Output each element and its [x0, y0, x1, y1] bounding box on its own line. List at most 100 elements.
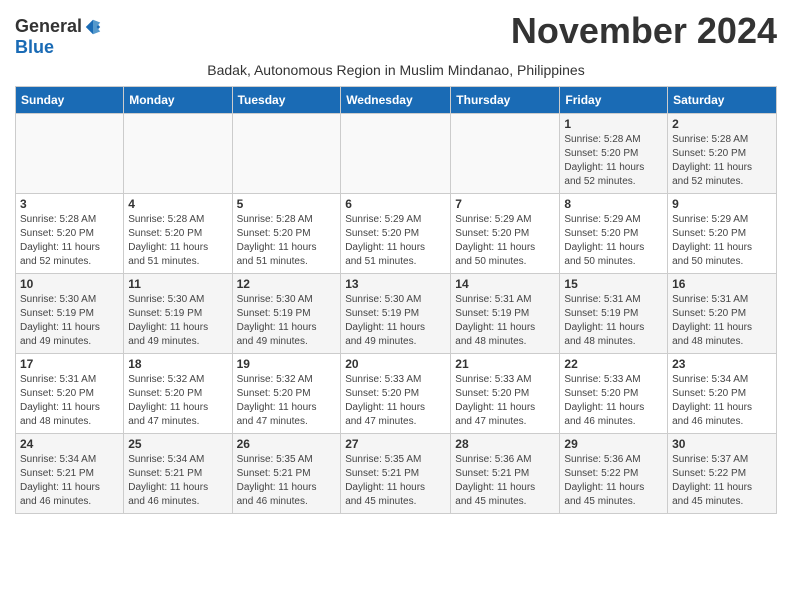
- day-info: Sunrise: 5:29 AM Sunset: 5:20 PM Dayligh…: [345, 213, 446, 269]
- day-info: Sunrise: 5:33 AM Sunset: 5:20 PM Dayligh…: [564, 373, 663, 429]
- day-number: 13: [345, 277, 446, 291]
- calendar-week-row: 17Sunrise: 5:31 AM Sunset: 5:20 PM Dayli…: [16, 354, 777, 434]
- day-info: Sunrise: 5:35 AM Sunset: 5:21 PM Dayligh…: [345, 453, 446, 509]
- day-number: 20: [345, 357, 446, 371]
- calendar-cell: 14 Sunrise: 5:31 AM Sunset: 5:19 PM Dayli…: [451, 274, 560, 354]
- day-info: Sunrise: 5:29 AM Sunset: 5:20 PM Dayligh…: [455, 213, 555, 269]
- calendar-week-row: 24 Sunrise: 5:34 AM Sunset: 5:21 PM Dayli…: [16, 434, 777, 514]
- calendar-cell: 11Sunrise: 5:30 AM Sunset: 5:19 PM Dayli…: [124, 274, 232, 354]
- day-number: 29: [564, 437, 663, 451]
- day-info: Sunrise: 5:30 AM Sunset: 5:19 PM Dayligh…: [237, 293, 337, 349]
- day-number: 28: [455, 437, 555, 451]
- location-subtitle: Badak, Autonomous Region in Muslim Minda…: [15, 62, 777, 78]
- day-number: 25: [128, 437, 227, 451]
- calendar-cell: [16, 114, 124, 194]
- calendar-cell: 28 Sunrise: 5:36 AM Sunset: 5:21 PM Dayli…: [451, 434, 560, 514]
- calendar-cell: 24Sunrise: 5:34 AM Sunset: 5:21 PM Dayli…: [16, 434, 124, 514]
- calendar-week-row: 3 Sunrise: 5:28 AM Sunset: 5:20 PM Daylig…: [16, 194, 777, 274]
- day-number: 9: [672, 197, 772, 211]
- calendar-cell: 15 Sunrise: 5:31 AM Sunset: 5:19 PM Dayli…: [560, 274, 668, 354]
- day-info: Sunrise: 5:36 AM Sunset: 5:22 PM Dayligh…: [564, 453, 663, 509]
- day-info: Sunrise: 5:31 AM Sunset: 5:20 PM Dayligh…: [672, 293, 772, 349]
- calendar-cell: 23Sunrise: 5:34 AM Sunset: 5:20 PM Dayli…: [668, 354, 777, 434]
- day-info: Sunrise: 5:29 AM Sunset: 5:20 PM Dayligh…: [672, 213, 772, 269]
- calendar-cell: [451, 114, 560, 194]
- calendar-cell: 10 Sunrise: 5:30 AM Sunset: 5:19 PM Dayli…: [16, 274, 124, 354]
- calendar-cell: 30 Sunrise: 5:37 AM Sunset: 5:22 PM Dayli…: [668, 434, 777, 514]
- day-number: 12: [237, 277, 337, 291]
- calendar-cell: 8 Sunrise: 5:29 AM Sunset: 5:20 PM Daylig…: [560, 194, 668, 274]
- day-info: Sunrise: 5:37 AM Sunset: 5:22 PM Dayligh…: [672, 453, 772, 509]
- calendar-cell: 5 Sunrise: 5:28 AM Sunset: 5:20 PM Daylig…: [232, 194, 341, 274]
- calendar-cell: 9 Sunrise: 5:29 AM Sunset: 5:20 PM Daylig…: [668, 194, 777, 274]
- calendar-table: SundayMondayTuesdayWednesdayThursdayFrid…: [15, 86, 777, 514]
- calendar-week-row: 10 Sunrise: 5:30 AM Sunset: 5:19 PM Dayli…: [16, 274, 777, 354]
- day-number: 1: [564, 117, 663, 131]
- calendar-cell: 27 Sunrise: 5:35 AM Sunset: 5:21 PM Dayli…: [341, 434, 451, 514]
- day-number: 30: [672, 437, 772, 451]
- day-number: 6: [345, 197, 446, 211]
- logo: General Blue: [15, 16, 102, 58]
- calendar-cell: 21Sunrise: 5:33 AM Sunset: 5:20 PM Dayli…: [451, 354, 560, 434]
- logo-blue-text: Blue: [15, 37, 54, 58]
- calendar-cell: 29 Sunrise: 5:36 AM Sunset: 5:22 PM Dayli…: [560, 434, 668, 514]
- calendar-cell: 12 Sunrise: 5:30 AM Sunset: 5:19 PM Dayli…: [232, 274, 341, 354]
- logo-general-text: General: [15, 16, 82, 37]
- day-number: 8: [564, 197, 663, 211]
- weekday-header-saturday: Saturday: [668, 87, 777, 114]
- weekday-header-row: SundayMondayTuesdayWednesdayThursdayFrid…: [16, 87, 777, 114]
- weekday-header-wednesday: Wednesday: [341, 87, 451, 114]
- calendar-cell: 25 Sunrise: 5:34 AM Sunset: 5:21 PM Dayli…: [124, 434, 232, 514]
- calendar-cell: 3 Sunrise: 5:28 AM Sunset: 5:20 PM Daylig…: [16, 194, 124, 274]
- day-number: 14: [455, 277, 555, 291]
- calendar-cell: 7 Sunrise: 5:29 AM Sunset: 5:20 PM Daylig…: [451, 194, 560, 274]
- calendar-cell: 4 Sunrise: 5:28 AM Sunset: 5:20 PM Daylig…: [124, 194, 232, 274]
- page-header: General Blue November 2024: [15, 10, 777, 58]
- day-number: 17: [20, 357, 119, 371]
- day-info: Sunrise: 5:36 AM Sunset: 5:21 PM Dayligh…: [455, 453, 555, 509]
- day-number: 27: [345, 437, 446, 451]
- day-info: Sunrise: 5:28 AM Sunset: 5:20 PM Dayligh…: [672, 133, 772, 189]
- day-info: Sunrise: 5:28 AM Sunset: 5:20 PM Dayligh…: [237, 213, 337, 269]
- day-info: Sunrise: 5:28 AM Sunset: 5:20 PM Dayligh…: [564, 133, 663, 189]
- calendar-cell: 19Sunrise: 5:32 AM Sunset: 5:20 PM Dayli…: [232, 354, 341, 434]
- day-number: 26: [237, 437, 337, 451]
- calendar-cell: 18 Sunrise: 5:32 AM Sunset: 5:20 PM Dayli…: [124, 354, 232, 434]
- day-number: 4: [128, 197, 227, 211]
- logo-icon: [84, 18, 102, 36]
- calendar-cell: 2Sunrise: 5:28 AM Sunset: 5:20 PM Daylig…: [668, 114, 777, 194]
- day-info: Sunrise: 5:32 AM Sunset: 5:20 PM Dayligh…: [128, 373, 227, 429]
- day-info: Sunrise: 5:30 AM Sunset: 5:19 PM Dayligh…: [20, 293, 119, 349]
- calendar-week-row: 1 Sunrise: 5:28 AM Sunset: 5:20 PM Daylig…: [16, 114, 777, 194]
- day-number: 16: [672, 277, 772, 291]
- day-info: Sunrise: 5:31 AM Sunset: 5:19 PM Dayligh…: [564, 293, 663, 349]
- day-info: Sunrise: 5:35 AM Sunset: 5:21 PM Dayligh…: [237, 453, 337, 509]
- month-year-title: November 2024: [511, 10, 777, 52]
- day-number: 7: [455, 197, 555, 211]
- calendar-cell: 13 Sunrise: 5:30 AM Sunset: 5:19 PM Dayli…: [341, 274, 451, 354]
- day-info: Sunrise: 5:28 AM Sunset: 5:20 PM Dayligh…: [128, 213, 227, 269]
- weekday-header-friday: Friday: [560, 87, 668, 114]
- day-number: 5: [237, 197, 337, 211]
- calendar-cell: 1 Sunrise: 5:28 AM Sunset: 5:20 PM Daylig…: [560, 114, 668, 194]
- day-info: Sunrise: 5:28 AM Sunset: 5:20 PM Dayligh…: [20, 213, 119, 269]
- weekday-header-tuesday: Tuesday: [232, 87, 341, 114]
- calendar-cell: 16 Sunrise: 5:31 AM Sunset: 5:20 PM Dayli…: [668, 274, 777, 354]
- day-info: Sunrise: 5:33 AM Sunset: 5:20 PM Dayligh…: [455, 373, 555, 429]
- weekday-header-sunday: Sunday: [16, 87, 124, 114]
- day-number: 22: [564, 357, 663, 371]
- day-number: 19: [237, 357, 337, 371]
- day-number: 3: [20, 197, 119, 211]
- day-info: Sunrise: 5:34 AM Sunset: 5:21 PM Dayligh…: [128, 453, 227, 509]
- day-number: 24: [20, 437, 119, 451]
- day-number: 18: [128, 357, 227, 371]
- calendar-cell: [124, 114, 232, 194]
- day-number: 10: [20, 277, 119, 291]
- day-number: 15: [564, 277, 663, 291]
- day-info: Sunrise: 5:29 AM Sunset: 5:20 PM Dayligh…: [564, 213, 663, 269]
- day-info: Sunrise: 5:34 AM Sunset: 5:20 PM Dayligh…: [672, 373, 772, 429]
- day-info: Sunrise: 5:30 AM Sunset: 5:19 PM Dayligh…: [345, 293, 446, 349]
- calendar-cell: 6 Sunrise: 5:29 AM Sunset: 5:20 PM Daylig…: [341, 194, 451, 274]
- day-info: Sunrise: 5:31 AM Sunset: 5:19 PM Dayligh…: [455, 293, 555, 349]
- weekday-header-monday: Monday: [124, 87, 232, 114]
